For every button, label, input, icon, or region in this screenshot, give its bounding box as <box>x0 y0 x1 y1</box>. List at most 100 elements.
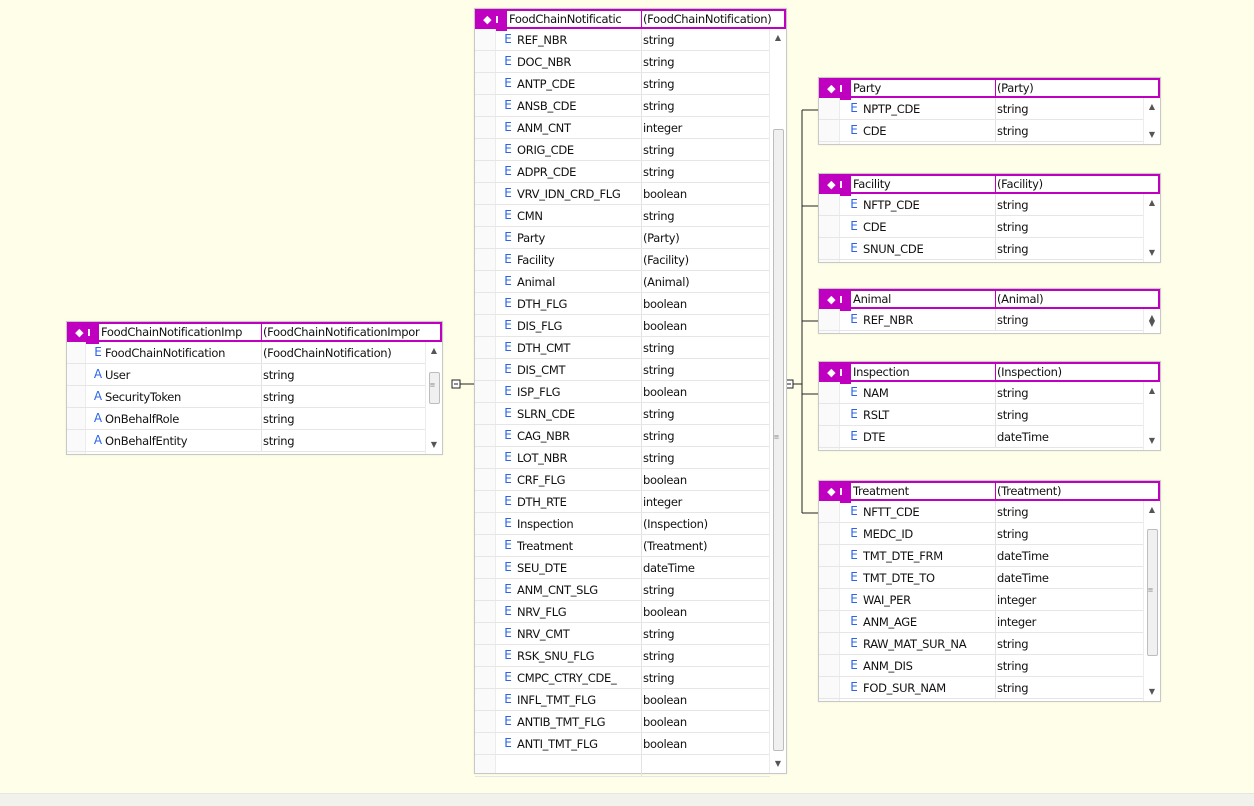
field-name: REF_NBR <box>863 313 914 327</box>
main-entity-header[interactable]: ◆ I FoodChainNotificatic (FoodChainNotific… <box>475 9 786 31</box>
main-row[interactable]: E ANM_CNT_SLG string <box>475 579 770 601</box>
main-row[interactable]: E ISP_FLG boolean <box>475 381 770 403</box>
main-row[interactable]: E ORIG_CDE string <box>475 139 770 161</box>
treatment-row[interactable]: E NFTT_CDE string <box>819 501 1144 523</box>
main-row[interactable]: E Facility (Facility) <box>475 249 770 271</box>
main-row[interactable]: E ANTI_TMT_FLG boolean <box>475 733 770 755</box>
main-row[interactable]: E CRF_FLG boolean <box>475 469 770 491</box>
main-row[interactable] <box>475 755 770 777</box>
scroll-down-arrow[interactable]: ▼ <box>426 440 442 450</box>
main-row[interactable]: E ANM_CNT integer <box>475 117 770 139</box>
main-row[interactable]: E DIS_CMT string <box>475 359 770 381</box>
main-row[interactable]: E ANTP_CDE string <box>475 73 770 95</box>
animal-row[interactable]: E REF_NBR string <box>819 309 1144 331</box>
scroll-up-arrow[interactable]: ▲ <box>426 346 442 356</box>
main-row[interactable]: E LOT_NBR string <box>475 447 770 469</box>
main-row[interactable]: E CMPC_CTRY_CDE_ string <box>475 667 770 689</box>
main-row[interactable]: E VRV_IDN_CRD_FLG boolean <box>475 183 770 205</box>
import-row[interactable]: A SecurityToken string <box>67 386 426 408</box>
main-row[interactable]: E RSK_SNU_FLG string <box>475 645 770 667</box>
column-divider <box>641 755 642 776</box>
import-entity-header[interactable]: ◆ I FoodChainNotificationImp (FoodChainNot… <box>67 322 442 344</box>
scroll-up-arrow[interactable]: ▲ <box>1144 198 1160 208</box>
party-row[interactable]: E CDE string <box>819 120 1144 142</box>
main-row[interactable]: E CAG_NBR string <box>475 425 770 447</box>
facility-entity-header[interactable]: ◆ I Facility (Facility) <box>819 174 1160 196</box>
treatment-row[interactable]: E TMT_DTE_FRM dateTime <box>819 545 1144 567</box>
entity-type: (FoodChainNotification) <box>643 12 772 26</box>
import-row[interactable]: A User string <box>67 364 426 386</box>
scroll-up-arrow[interactable]: ▲ <box>1144 386 1160 396</box>
treatment-row[interactable]: E FOD_SUR_NAM string <box>819 677 1144 699</box>
import-row[interactable]: E FoodChainNotification (FoodChainNotifica… <box>67 342 426 364</box>
scroll-down-arrow[interactable]: ▼ <box>1144 319 1160 329</box>
column-divider <box>641 227 642 248</box>
main-row[interactable]: E Treatment (Treatment) <box>475 535 770 557</box>
main-row[interactable]: E DOC_NBR string <box>475 51 770 73</box>
animal-scrollbar[interactable]: ▲ ▼ <box>1143 309 1160 333</box>
main-row[interactable]: E SEU_DTE dateTime <box>475 557 770 579</box>
field-name: DIS_FLG <box>517 319 563 333</box>
entity-type: (Party) <box>997 81 1034 95</box>
facility-row[interactable]: E CDE string <box>819 216 1144 238</box>
facility-scrollbar[interactable]: ▲ ▼ <box>1143 194 1160 262</box>
main-row[interactable]: E INFL_TMT_FLG boolean <box>475 689 770 711</box>
column-divider <box>641 469 642 490</box>
column-divider <box>995 633 996 654</box>
facility-row[interactable]: E NFTP_CDE string <box>819 194 1144 216</box>
scroll-down-arrow[interactable]: ▼ <box>1144 687 1160 697</box>
main-row[interactable]: E REF_NBR string <box>475 29 770 51</box>
main-row[interactable]: E ANSB_CDE string <box>475 95 770 117</box>
treatment-row[interactable]: E ANM_DIS string <box>819 655 1144 677</box>
party-scrollbar[interactable]: ▲ ▼ <box>1143 98 1160 144</box>
scroll-down-arrow[interactable]: ▼ <box>1144 436 1160 446</box>
animal-entity-header[interactable]: ◆ I Animal (Animal) <box>819 289 1160 311</box>
main-row[interactable]: E ANTIB_TMT_FLG boolean <box>475 711 770 733</box>
scroll-up-arrow[interactable]: ▲ <box>770 33 786 43</box>
treatment-scrollbar[interactable]: ▲ ▼ ≡ <box>1143 501 1160 701</box>
import-scrollbar[interactable]: ▲ ▼ ≡ <box>425 342 442 454</box>
main-row[interactable]: E Animal (Animal) <box>475 271 770 293</box>
main-row[interactable]: E DTH_RTE integer <box>475 491 770 513</box>
main-row[interactable]: E ADPR_CDE string <box>475 161 770 183</box>
main-row[interactable]: E DTH_FLG boolean <box>475 293 770 315</box>
scroll-up-arrow[interactable]: ▲ <box>1144 102 1160 112</box>
inspection-row[interactable]: E NAM string <box>819 382 1144 404</box>
column-divider <box>995 404 996 425</box>
party-entity-header[interactable]: ◆ I Party (Party) <box>819 78 1160 100</box>
scroll-up-arrow[interactable]: ▲ <box>1144 505 1160 515</box>
element-icon: E <box>504 670 512 684</box>
import-row[interactable]: A OnBehalfRole string <box>67 408 426 430</box>
main-row[interactable]: E DTH_CMT string <box>475 337 770 359</box>
scroll-down-arrow[interactable]: ▼ <box>770 759 786 769</box>
main-row[interactable]: E SLRN_CDE string <box>475 403 770 425</box>
element-icon: E <box>504 98 512 112</box>
treatment-row[interactable]: E RAW_MAT_SUR_NA string <box>819 633 1144 655</box>
field-name: WAI_PER <box>863 593 911 607</box>
scroll-down-arrow[interactable]: ▼ <box>1144 248 1160 258</box>
inspection-entity-header[interactable]: ◆ I Inspection (Inspection) <box>819 362 1160 384</box>
main-row[interactable]: E CMN string <box>475 205 770 227</box>
facility-row[interactable]: E SNUN_CDE string <box>819 238 1144 260</box>
main-row[interactable]: E Inspection (Inspection) <box>475 513 770 535</box>
import-collapse-toggle[interactable] <box>451 379 461 389</box>
scroll-down-arrow[interactable]: ▼ <box>1144 130 1160 140</box>
main-row[interactable]: E NRV_CMT string <box>475 623 770 645</box>
main-row[interactable]: E NRV_FLG boolean <box>475 601 770 623</box>
attribute-icon: A <box>93 433 103 447</box>
main-row[interactable]: E Party (Party) <box>475 227 770 249</box>
import-row[interactable]: A OnBehalfEntity string <box>67 430 426 452</box>
main-row[interactable]: E DIS_FLG boolean <box>475 315 770 337</box>
treatment-row[interactable]: E MEDC_ID string <box>819 523 1144 545</box>
party-row[interactable]: E NPTP_CDE string <box>819 98 1144 120</box>
treatment-row[interactable]: E WAI_PER integer <box>819 589 1144 611</box>
treatment-row[interactable]: E ANM_AGE integer <box>819 611 1144 633</box>
inspection-row[interactable]: E DTE dateTime <box>819 426 1144 448</box>
treatment-entity-header[interactable]: ◆ I Treatment (Treatment) <box>819 481 1160 503</box>
inspection-scrollbar[interactable]: ▲ ▼ <box>1143 382 1160 450</box>
entity-name: Party <box>853 81 882 95</box>
element-icon: E <box>504 450 512 464</box>
treatment-row[interactable]: E TMT_DTE_TO dateTime <box>819 567 1144 589</box>
main-scrollbar[interactable]: ▲ ▼ ≡ <box>769 29 786 773</box>
inspection-row[interactable]: E RSLT string <box>819 404 1144 426</box>
